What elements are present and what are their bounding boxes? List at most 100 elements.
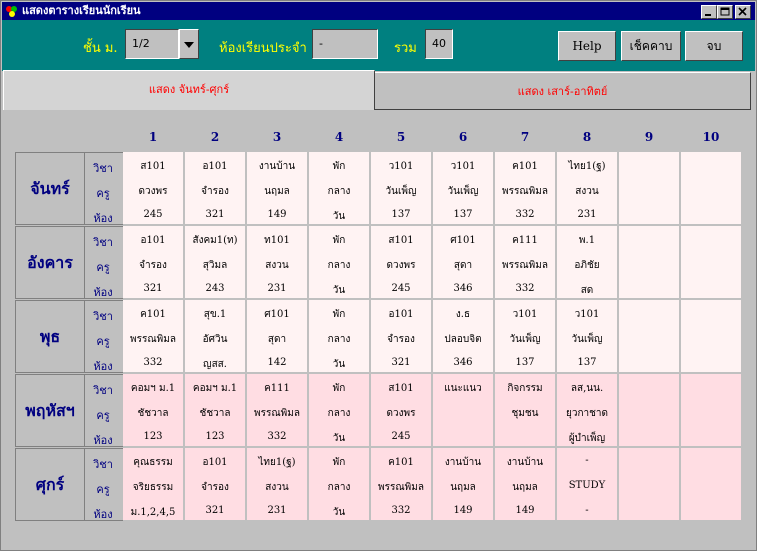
timetable-cell[interactable]: - STUDY - xyxy=(557,448,618,521)
cell-room: วัน xyxy=(332,285,346,296)
timetable-cell[interactable]: ค111 พรรณพิมล 332 xyxy=(247,374,308,447)
timetable-cell[interactable] xyxy=(619,448,680,521)
timetable-cell[interactable]: ส101 ดวงพร 245 xyxy=(371,374,432,447)
tab-sat-sun[interactable]: แสดง เสาร์-อาทิตย์ xyxy=(375,72,751,110)
timetable-cell[interactable]: ส101 ดวงพร 245 xyxy=(371,226,432,299)
cell-teacher: วันเพ็ญ xyxy=(447,186,479,197)
timetable-cell[interactable]: อ101 จำรอง 321 xyxy=(185,152,246,225)
timetable-cell[interactable]: งานบ้าน นฤมล 149 xyxy=(433,448,494,521)
timetable-cell[interactable]: คอมฯ ม.1 ชัชวาล 123 xyxy=(123,374,184,447)
timetable-cell[interactable]: อ101 จำรอง 321 xyxy=(185,448,246,521)
timetable-cell[interactable]: ค111 พรรณพิมล 332 xyxy=(495,226,556,299)
period-header: 5 xyxy=(396,130,406,144)
cell-teacher: นฤมล xyxy=(450,482,476,493)
timetable-cell[interactable]: แนะแนว xyxy=(433,374,494,447)
cell-room: วัน xyxy=(332,211,346,222)
timetable-cell[interactable]: ท101 สงวน 231 xyxy=(247,226,308,299)
row-labels: วิชา ครู ห้อง xyxy=(85,300,123,373)
timetable-cell[interactable]: พัก กลาง วัน xyxy=(309,448,370,521)
timetable-cell[interactable]: ว101 วันเพ็ญ 137 xyxy=(433,152,494,225)
timetable-cell[interactable] xyxy=(681,152,742,225)
timetable-cell[interactable]: พ.1 อภิชัย สด xyxy=(557,226,618,299)
timetable-cell[interactable]: ว101 วันเพ็ญ 137 xyxy=(557,300,618,373)
minimize-button[interactable] xyxy=(701,5,717,19)
timetable-cell[interactable] xyxy=(681,374,742,447)
cell-room: 231 xyxy=(267,283,287,294)
level-dropdown-button[interactable] xyxy=(179,29,199,59)
cell-subject: ศ101 xyxy=(264,309,290,320)
day-label: อังคาร xyxy=(15,226,85,299)
row-label-room: ห้อง xyxy=(93,360,113,373)
tab-mon-fri[interactable]: แสดง จันทร์-ศุกร์ xyxy=(3,70,375,110)
timetable-cell[interactable] xyxy=(619,226,680,299)
cell-room: 137 xyxy=(577,357,597,368)
cell-subject: ศ101 xyxy=(450,235,476,246)
cell-room: วัน xyxy=(332,359,346,370)
timetable-cell[interactable]: พัก กลาง วัน xyxy=(309,374,370,447)
timetable-cell[interactable]: พัก กลาง วัน xyxy=(309,226,370,299)
timetable-cell[interactable]: ลส,นน. ยุวกาชาด ผู้บำเพ็ญ xyxy=(557,374,618,447)
cell-subject: ว101 xyxy=(450,161,476,172)
timetable-cell[interactable] xyxy=(619,300,680,373)
timetable-cell[interactable] xyxy=(619,374,680,447)
close-icon xyxy=(738,7,747,16)
cell-subject: ว101 xyxy=(388,161,414,172)
maximize-button[interactable] xyxy=(717,5,733,19)
timetable-cell[interactable]: ค101 พรรณพิมล 332 xyxy=(123,300,184,373)
timetable-cell[interactable]: ว101 วันเพ็ญ 137 xyxy=(371,152,432,225)
cell-teacher: ยุวกาชาด xyxy=(565,408,609,419)
cell-room: สด xyxy=(580,285,594,296)
cell-subject: ท101 xyxy=(264,235,290,246)
period-header: 8 xyxy=(582,130,592,144)
timetable-cell[interactable] xyxy=(681,300,742,373)
timetable-cell[interactable]: คุณธรรม จริยธรรม ม.1,2,4,5 xyxy=(123,448,184,521)
timetable-cell[interactable]: ค101 พรรณพิมล 332 xyxy=(371,448,432,521)
timetable-cell[interactable]: ง.ธ ปลอบจิต 346 xyxy=(433,300,494,373)
cell-subject: งานบ้าน xyxy=(258,161,296,172)
room-field[interactable]: - xyxy=(312,29,378,59)
timetable-cell[interactable]: งานบ้าน นฤมล 149 xyxy=(495,448,556,521)
cell-subject: ง.ธ xyxy=(455,309,471,320)
timetable-cell[interactable]: พัก กลาง วัน xyxy=(309,300,370,373)
cell-subject: แนะแนว xyxy=(444,383,482,394)
timetable-cell[interactable]: พัก กลาง วัน xyxy=(309,152,370,225)
cell-teacher: พรรณพิมล xyxy=(130,334,176,345)
total-label: รวม xyxy=(394,41,417,56)
cell-teacher: สงวน xyxy=(575,186,599,197)
timetable-cell[interactable] xyxy=(681,448,742,521)
timetable-cell[interactable]: สังคม1(ท) สุวิมล 243 xyxy=(185,226,246,299)
timetable-cell[interactable]: อ101 จำรอง 321 xyxy=(371,300,432,373)
check-period-button[interactable]: เช็คคาบ xyxy=(621,31,681,61)
timetable-cell[interactable]: ศ101 สุดา 346 xyxy=(433,226,494,299)
timetable-cell[interactable]: งานบ้าน นฤมล 149 xyxy=(247,152,308,225)
timetable-cell[interactable]: ไทย1(ฐ) สงวน 231 xyxy=(557,152,618,225)
timetable-cell[interactable]: ไทย1(ฐ) สงวน 231 xyxy=(247,448,308,521)
cell-subject: พัก xyxy=(332,161,346,172)
cell-subject: ไทย1(ฐ) xyxy=(258,457,296,468)
cell-subject: อ101 xyxy=(202,457,228,468)
cell-teacher: ชัชวาล xyxy=(137,408,169,419)
close-window-button[interactable] xyxy=(735,5,751,19)
cell-teacher: อัศวิน xyxy=(202,334,228,345)
level-select[interactable]: 1/2 xyxy=(125,29,179,59)
cell-subject: งานบ้าน xyxy=(444,457,482,468)
cell-teacher: ดวงพร xyxy=(386,260,416,271)
timetable-cell[interactable]: สุข.1 อัศวิน ญสส. xyxy=(185,300,246,373)
timetable-cell[interactable]: ศ101 สุดา 142 xyxy=(247,300,308,373)
timetable-cell[interactable]: กิจกรรม ชุมชน xyxy=(495,374,556,447)
row-label-teacher: ครู xyxy=(96,261,110,274)
timetable-cell[interactable] xyxy=(681,226,742,299)
timetable-cell[interactable]: ค101 พรรณพิมล 332 xyxy=(495,152,556,225)
timetable-cell[interactable]: ว101 วันเพ็ญ 137 xyxy=(495,300,556,373)
timetable-cell[interactable]: อ101 จำรอง 321 xyxy=(123,226,184,299)
exit-button[interactable]: จบ xyxy=(685,31,743,61)
app-icon xyxy=(6,6,17,17)
period-header: 2 xyxy=(210,130,220,144)
cell-subject: คุณธรรม xyxy=(133,457,173,468)
cell-teacher: พรรณพิมล xyxy=(502,260,548,271)
timetable-cell[interactable] xyxy=(619,152,680,225)
timetable-cell[interactable]: ส101 ดวงพร 245 xyxy=(123,152,184,225)
cell-room: 149 xyxy=(515,505,535,516)
help-button[interactable]: Help xyxy=(558,31,616,61)
timetable-cell[interactable]: คอมฯ ม.1 ชัชวาล 123 xyxy=(185,374,246,447)
